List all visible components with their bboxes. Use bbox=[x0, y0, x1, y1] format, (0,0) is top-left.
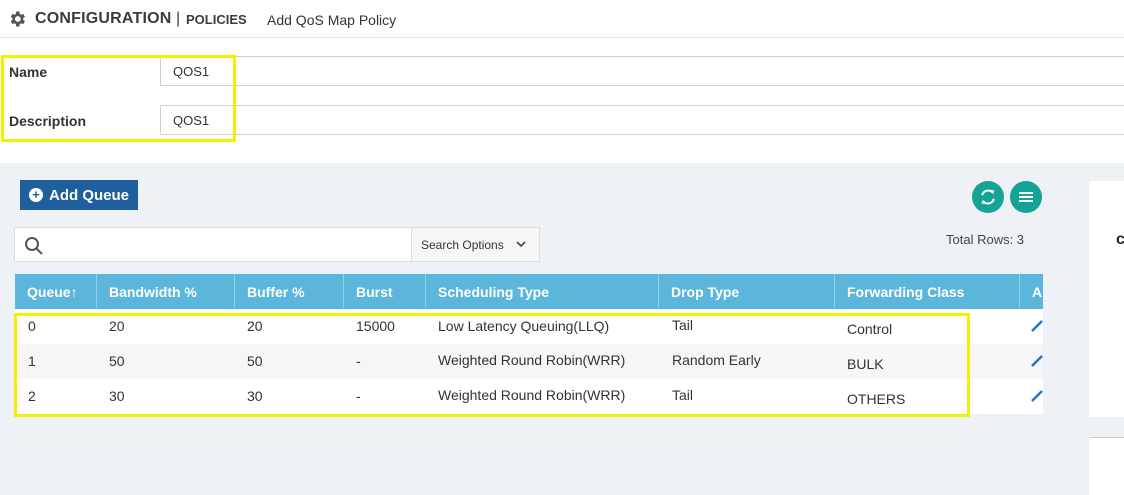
search-icon bbox=[25, 237, 43, 255]
cell-forwarding-class: OTHERS bbox=[847, 391, 906, 407]
edit-pencil-icon[interactable] bbox=[1030, 319, 1044, 333]
cell-queue: 1 bbox=[28, 353, 36, 369]
page-header: CONFIGURATION | POLICIES Add QoS Map Pol… bbox=[0, 0, 1124, 38]
column-header-drop-type[interactable]: Drop Type bbox=[659, 274, 835, 309]
breadcrumb-section[interactable]: POLICIES bbox=[186, 12, 247, 27]
column-header-forwarding-class[interactable]: Forwarding Class bbox=[835, 274, 1020, 309]
edit-pencil-icon[interactable] bbox=[1030, 354, 1044, 368]
cell-buffer: 20 bbox=[247, 318, 263, 334]
breadcrumb-separator: | bbox=[176, 10, 181, 27]
sort-ascending-icon: ↑ bbox=[70, 284, 78, 300]
edit-pencil-icon[interactable] bbox=[1030, 389, 1044, 403]
side-panel: c bbox=[1089, 181, 1124, 417]
cell-scheduling-type: Weighted Round Robin(WRR) bbox=[438, 352, 626, 368]
table-header: Queue↑ Bandwidth % Buffer % Burst Schedu… bbox=[15, 274, 1043, 309]
table-row[interactable]: 1 50 50 - Weighted Round Robin(WRR) Rand… bbox=[15, 344, 1043, 379]
search-box bbox=[14, 227, 411, 262]
cell-buffer: 30 bbox=[247, 388, 263, 404]
cell-bandwidth: 30 bbox=[109, 388, 125, 404]
cell-buffer: 50 bbox=[247, 353, 263, 369]
cell-drop-type: Tail bbox=[672, 317, 694, 333]
name-label: Name bbox=[9, 64, 48, 80]
cell-forwarding-class: BULK bbox=[847, 356, 884, 372]
column-header-label: Queue bbox=[27, 284, 71, 300]
column-header-bandwidth[interactable]: Bandwidth % bbox=[97, 274, 235, 309]
column-header-buffer[interactable]: Buffer % bbox=[235, 274, 344, 309]
table-row[interactable]: 0 20 20 15000 Low Latency Queuing(LLQ) T… bbox=[15, 309, 1043, 344]
page-title: CONFIGURATION bbox=[35, 10, 172, 27]
column-header-burst[interactable]: Burst bbox=[344, 274, 426, 309]
side-panel-lower bbox=[1089, 437, 1124, 495]
cell-bandwidth: 20 bbox=[109, 318, 125, 334]
cell-drop-type: Tail bbox=[672, 387, 694, 403]
plus-circle-icon: + bbox=[29, 187, 43, 202]
search-input[interactable] bbox=[55, 234, 405, 256]
cell-queue: 0 bbox=[28, 318, 36, 334]
column-header-scheduling-type[interactable]: Scheduling Type bbox=[426, 274, 659, 309]
cell-burst: 15000 bbox=[356, 318, 395, 334]
cell-bandwidth: 50 bbox=[109, 353, 125, 369]
side-panel-glyph: c bbox=[1116, 231, 1124, 248]
menu-button[interactable] bbox=[1010, 181, 1042, 213]
cell-scheduling-type: Weighted Round Robin(WRR) bbox=[438, 387, 626, 403]
total-rows-count: Total Rows: 3 bbox=[946, 232, 1025, 247]
table-row[interactable]: 2 30 30 - Weighted Round Robin(WRR) Tail… bbox=[15, 379, 1043, 414]
cell-queue: 2 bbox=[28, 388, 36, 404]
chevron-down-icon bbox=[516, 241, 526, 248]
description-field[interactable] bbox=[160, 105, 1124, 135]
breadcrumb-page: Add QoS Map Policy bbox=[267, 12, 397, 28]
cell-drop-type: Random Early bbox=[672, 352, 761, 368]
gear-icon bbox=[10, 11, 25, 27]
policy-form: Name Description bbox=[0, 39, 1124, 163]
refresh-icon bbox=[981, 189, 995, 205]
add-queue-label: Add Queue bbox=[49, 186, 130, 204]
name-field[interactable] bbox=[160, 56, 1124, 86]
cell-burst: - bbox=[356, 388, 361, 404]
menu-icon bbox=[1019, 192, 1033, 202]
refresh-button[interactable] bbox=[972, 181, 1004, 213]
cell-forwarding-class: Control bbox=[847, 321, 893, 337]
search-options-label: Search Options bbox=[421, 238, 504, 252]
cell-scheduling-type: Low Latency Queuing(LLQ) bbox=[438, 318, 610, 334]
cell-burst: - bbox=[356, 353, 361, 369]
add-queue-button[interactable]: + Add Queue bbox=[20, 180, 138, 210]
column-header-queue[interactable]: Queue↑ bbox=[15, 274, 97, 309]
column-header-actions[interactable]: A bbox=[1020, 274, 1043, 309]
search-options-dropdown[interactable]: Search Options bbox=[411, 227, 540, 262]
description-label: Description bbox=[9, 113, 87, 129]
